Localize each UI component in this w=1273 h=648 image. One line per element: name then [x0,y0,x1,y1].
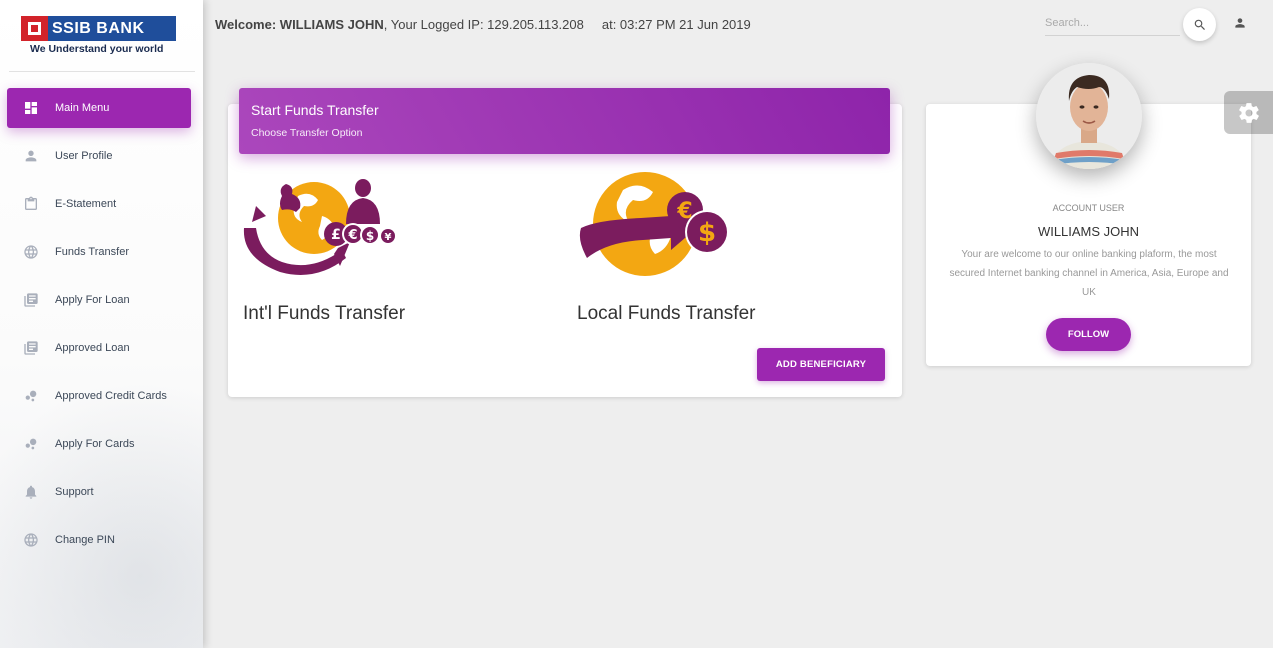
sidebar-item-approved-loan[interactable]: Approved Loan [7,328,191,368]
svg-text:$: $ [698,218,716,248]
sidebar-item-support[interactable]: Support [7,472,191,512]
svg-text:$: $ [366,229,374,243]
sidebar-item-label: Support [55,486,94,498]
person-icon [1233,16,1247,30]
library-books-icon [23,340,39,356]
sidebar-item-label: Main Menu [55,102,110,114]
sidebar-item-main-menu[interactable]: Main Menu [7,88,191,128]
library-books-icon [23,292,39,308]
sidebar-item-apply-for-cards[interactable]: Apply For Cards [7,424,191,464]
sidebar-item-approved-credit-cards[interactable]: Approved Credit Cards [7,376,191,416]
globe-icon [23,244,39,260]
sidebar-item-label: E-Statement [55,198,117,210]
follow-button[interactable]: FOLLOW [1046,318,1131,351]
sidebar-item-label: Approved Credit Cards [55,390,167,402]
sidebar-item-label: Funds Transfer [55,246,129,258]
bubble-chart-icon [23,388,39,404]
account-description: Your are welcome to our online banking p… [949,249,1229,298]
sidebar-item-user-profile[interactable]: User Profile [7,136,191,176]
dashboard-icon [23,100,39,116]
logged-ip: , Your Logged IP: 129.205.113.208 [383,17,584,32]
international-transfer-icon[interactable]: £ € $ ¥ [242,176,402,280]
bank-logo[interactable]: SSIB BANK We Understand your world [21,16,176,58]
sidebar: SSIB BANK We Understand your world Main … [0,0,203,648]
login-time: at: 03:27 PM 21 Jun 2019 [601,17,751,32]
sidebar-nav: Main Menu User Profile E-Statement Funds… [0,88,203,568]
sidebar-item-apply-for-loan[interactable]: Apply For Loan [7,280,191,320]
search-input[interactable] [1045,10,1180,36]
sidebar-item-label: Change PIN [55,534,115,546]
avatar [1036,63,1142,169]
local-funds-transfer-link[interactable]: Local Funds Transfer [577,303,755,325]
sidebar-divider [9,71,195,72]
svg-text:¥: ¥ [385,232,392,243]
logo-tagline: We Understand your world [30,43,164,55]
add-beneficiary-button[interactable]: ADD BENEFICIARY [757,348,885,381]
logo-name: SSIB BANK [48,16,176,41]
clipboard-icon [23,196,39,212]
account-name: WILLIAMS JOHN [1037,224,1140,239]
card-title: Start Funds Transfer [251,102,379,118]
settings-button[interactable] [1224,91,1273,134]
logo-mark-icon [21,16,48,41]
svg-text:£: £ [331,227,341,243]
funds-transfer-card-header: Start Funds Transfer Choose Transfer Opt… [239,88,890,154]
gear-icon [1237,101,1261,125]
account-menu-button[interactable] [1231,14,1249,32]
sidebar-item-change-pin[interactable]: Change PIN [7,520,191,560]
welcome-message: Welcome: WILLIAMS JOHN, Your Logged IP: … [215,17,751,32]
card-subtitle: Choose Transfer Option [251,127,363,139]
welcome-user-name: WILLIAMS JOHN [279,17,384,32]
svg-text:€: € [347,228,357,243]
search-icon [1193,18,1207,32]
sidebar-item-e-statement[interactable]: E-Statement [7,184,191,224]
bubble-chart-icon [23,436,39,452]
person-icon [23,148,39,164]
local-transfer-icon[interactable]: € $ [579,170,731,280]
bell-icon [23,484,39,500]
account-role: ACCOUNT USER [1052,203,1125,213]
globe-icon [23,532,39,548]
sidebar-item-label: Apply For Loan [55,294,130,306]
sidebar-item-funds-transfer[interactable]: Funds Transfer [7,232,191,272]
search-button[interactable] [1183,8,1216,41]
sidebar-item-label: Apply For Cards [55,438,135,450]
sidebar-item-label: User Profile [55,150,113,162]
sidebar-item-label: Approved Loan [55,342,130,354]
welcome-prefix: Welcome: [215,17,277,32]
intl-funds-transfer-link[interactable]: Int'l Funds Transfer [243,303,405,325]
